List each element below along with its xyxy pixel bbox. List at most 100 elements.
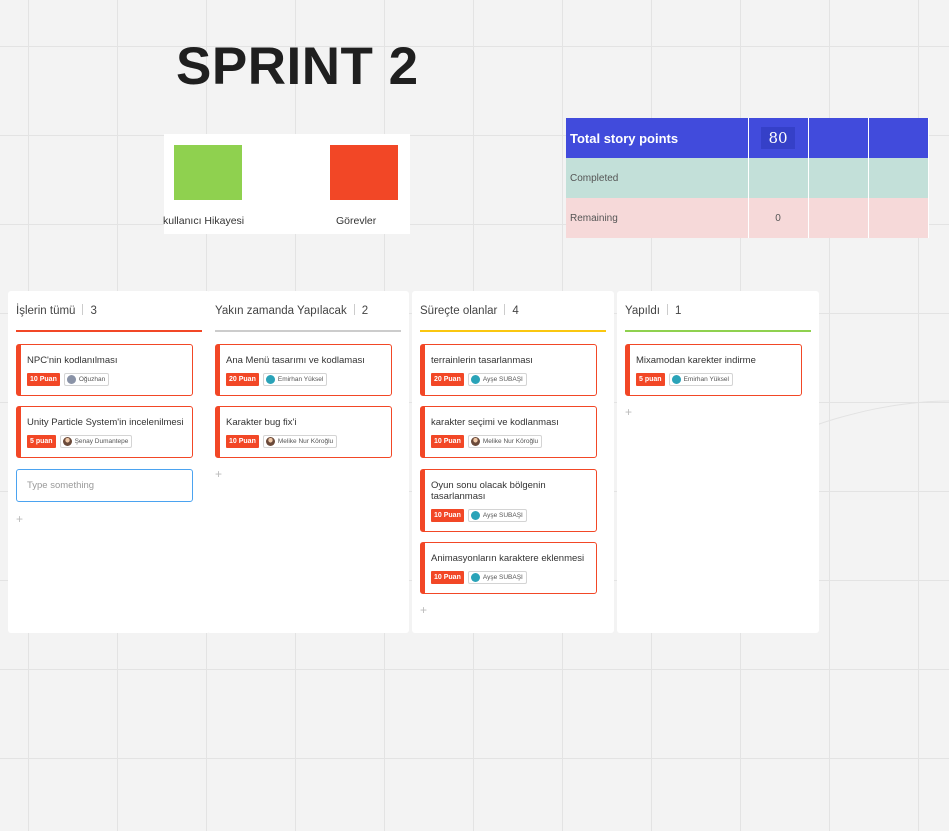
completed-value[interactable]: [748, 158, 809, 198]
points-badge[interactable]: 20 Puan: [226, 373, 259, 386]
points-badge[interactable]: 10 Puan: [431, 571, 464, 584]
remaining-value[interactable]: 0: [748, 198, 809, 238]
column-count: 3: [90, 305, 97, 317]
avatar: [62, 437, 72, 446]
assignee-tag[interactable]: Ayşe SUBAŞI: [467, 373, 527, 386]
column-header: İşlerin tümü 3: [16, 304, 97, 317]
legend-label-user-story: kullanıcı Hikayesi: [163, 215, 245, 227]
avatar: [470, 375, 480, 384]
card-meta: 10 Puan Ayşe SUBAŞI: [431, 571, 527, 584]
divider: [353, 304, 355, 315]
story-points-table[interactable]: Total story points 80 Completed Remainin…: [566, 118, 929, 238]
column-header: Süreçte olanlar 4: [420, 304, 519, 317]
completed-label: Completed: [566, 158, 749, 198]
legend[interactable]: kullanıcı Hikayesi Görevler: [163, 134, 410, 234]
task-card[interactable]: karakter seçimi ve kodlanması 10 Puan Me…: [420, 406, 597, 458]
column-header: Yakın zamanda Yapılacak 2: [215, 304, 368, 317]
task-card[interactable]: terrainlerin tasarlanması 20 Puan Ayşe S…: [420, 344, 597, 396]
assignee-tag[interactable]: Oğuzhan: [63, 373, 110, 386]
task-card[interactable]: NPC'nin kodlanılması 10 Puan Oğuzhan: [16, 344, 193, 396]
assignee-tag[interactable]: Melike Nur Köroğlu: [467, 435, 543, 448]
total-value-cell[interactable]: 80: [748, 118, 809, 158]
points-badge[interactable]: 10 Puan: [27, 373, 60, 386]
new-card-input[interactable]: Type something: [16, 469, 193, 502]
column-done[interactable]: Yapıldı 1 Mixamodan karekter indirme 5 pu…: [617, 291, 819, 633]
card-title: Unity Particle System'in incelenilmesi: [27, 417, 184, 428]
divider: [504, 304, 506, 315]
card-title: NPC'nin kodlanılması: [27, 355, 118, 366]
task-card[interactable]: Oyun sonu olacak bölgenin tasarlanması 1…: [420, 469, 597, 532]
column-underline: [215, 330, 401, 332]
empty-cell[interactable]: [868, 118, 929, 158]
assignee-name: Oğuzhan: [78, 376, 106, 383]
card-meta: 20 Puan Emirhan Yüksel: [226, 373, 328, 386]
empty-cell[interactable]: [808, 198, 869, 238]
points-badge[interactable]: 10 Puan: [431, 435, 464, 448]
points-badge[interactable]: 20 Puan: [431, 373, 464, 386]
page-title: SPRINT 2: [176, 37, 419, 96]
card-title: Ana Menü tasarımı ve kodlaması: [226, 355, 365, 366]
empty-cell[interactable]: [808, 158, 869, 198]
assignee-name: Şenay Dumantepe: [74, 438, 129, 445]
points-badge[interactable]: 5 puan: [27, 435, 56, 448]
avatar: [66, 375, 76, 384]
column-count: 2: [361, 305, 369, 317]
column-in-progress[interactable]: Süreçte olanlar 4 terrainlerin tasarlanma…: [412, 291, 614, 633]
assignee-name: Ayşe SUBAŞI: [482, 512, 523, 519]
add-card-button[interactable]: +: [625, 405, 632, 419]
column-name: Süreçte olanlar: [420, 305, 498, 317]
assignee-name: Melike Nur Köroğlu: [277, 438, 334, 445]
column-upcoming[interactable]: Yakın zamanda Yapılacak 2 Ana Menü tasarı…: [207, 291, 409, 633]
total-value: 80: [761, 127, 795, 149]
input-placeholder: Type something: [27, 480, 95, 491]
divider: [666, 304, 668, 315]
column-backlog[interactable]: İşlerin tümü 3 NPC'nin kodlanılması 10 Pu…: [8, 291, 210, 633]
column-name: Yakın zamanda Yapılacak: [215, 305, 347, 317]
card-meta: 5 puan Şenay Dumantepe: [27, 435, 133, 448]
assignee-name: Emirhan Yüksel: [277, 376, 324, 383]
card-title: Mixamodan karekter indirme: [636, 355, 756, 366]
task-card[interactable]: Unity Particle System'in incelenilmesi 5…: [16, 406, 193, 458]
task-card[interactable]: Animasyonların karaktere eklenmesi 10 Pu…: [420, 542, 597, 594]
avatar: [470, 573, 480, 582]
legend-swatch-user-story: [174, 145, 242, 200]
points-badge[interactable]: 10 Puan: [431, 509, 464, 522]
add-card-button[interactable]: +: [16, 512, 23, 526]
column-underline: [420, 330, 606, 332]
assignee-tag[interactable]: Emirhan Yüksel: [262, 373, 328, 386]
assignee-tag[interactable]: Emirhan Yüksel: [668, 373, 733, 386]
card-title: Animasyonların karaktere eklenmesi: [431, 553, 585, 564]
avatar: [470, 437, 480, 446]
card-meta: 20 Puan Ayşe SUBAŞI: [431, 373, 527, 386]
task-card[interactable]: Mixamodan karekter indirme 5 puan Emirha…: [625, 344, 802, 396]
column-underline: [16, 330, 202, 332]
add-card-button[interactable]: +: [420, 603, 427, 617]
assignee-name: Ayşe SUBAŞI: [482, 376, 523, 383]
avatar: [470, 511, 480, 520]
table-row-remaining: Remaining 0: [566, 198, 929, 238]
card-title: Karakter bug fix'i: [226, 417, 297, 428]
assignee-name: Ayşe SUBAŞI: [482, 574, 523, 581]
column-name: Yapıldı: [625, 305, 660, 317]
card-title: karakter seçimi ve kodlanması: [431, 417, 559, 428]
assignee-tag[interactable]: Ayşe SUBAŞI: [467, 571, 527, 584]
assignee-tag[interactable]: Melike Nur Köroğlu: [262, 435, 338, 448]
task-card[interactable]: Karakter bug fix'i 10 Puan Melike Nur Kö…: [215, 406, 392, 458]
card-meta: 10 Puan Ayşe SUBAŞI: [431, 509, 527, 522]
assignee-tag[interactable]: Ayşe SUBAŞI: [467, 509, 527, 522]
card-title: Oyun sonu olacak bölgenin tasarlanması: [431, 480, 546, 502]
points-badge[interactable]: 5 puan: [636, 373, 665, 386]
add-card-button[interactable]: +: [215, 467, 222, 481]
empty-cell[interactable]: [808, 118, 869, 158]
avatar: [671, 375, 681, 384]
assignee-tag[interactable]: Şenay Dumantepe: [59, 435, 133, 448]
avatar: [265, 375, 275, 384]
assignee-name: Emirhan Yüksel: [683, 376, 729, 383]
task-card[interactable]: Ana Menü tasarımı ve kodlaması 20 Puan E…: [215, 344, 392, 396]
points-badge[interactable]: 10 Puan: [226, 435, 259, 448]
legend-label-tasks: Görevler: [336, 215, 377, 227]
empty-cell[interactable]: [868, 198, 929, 238]
column-count: 1: [674, 305, 682, 317]
empty-cell[interactable]: [868, 158, 929, 198]
table-row-completed: Completed: [566, 158, 929, 198]
